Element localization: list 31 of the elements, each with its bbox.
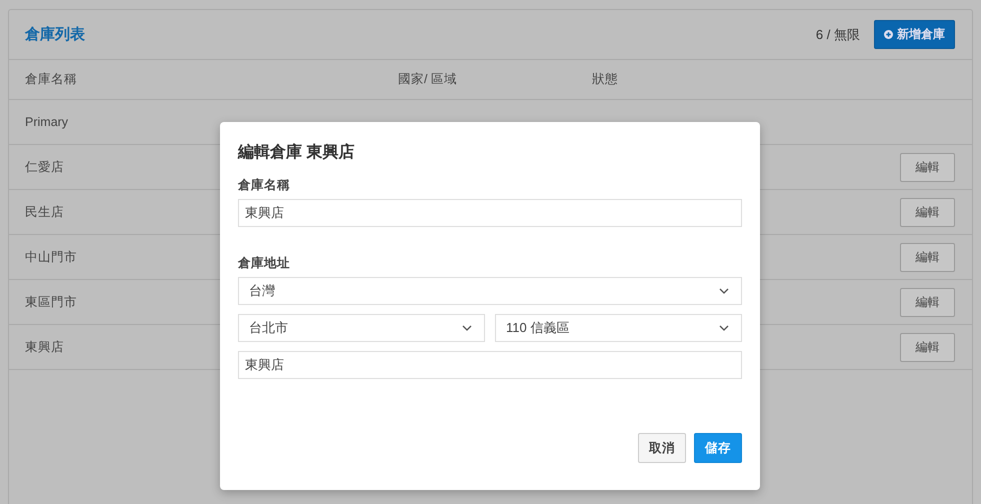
- cancel-button[interactable]: 取消: [638, 433, 686, 463]
- save-button[interactable]: 儲存: [694, 433, 742, 463]
- input-field[interactable]: 東興店: [238, 199, 742, 227]
- chevron-down-icon: [462, 325, 472, 331]
- field-label: 倉庫名稱: [238, 177, 291, 194]
- chevron-down-icon: [719, 288, 729, 294]
- field-label: 倉庫地址: [238, 255, 291, 272]
- edit-button[interactable]: 編輯: [900, 332, 955, 362]
- edit-button[interactable]: 編輯: [900, 198, 955, 226]
- add-warehouse-button[interactable]: 新增倉庫: [874, 20, 955, 49]
- table-cell: 民生店: [25, 204, 64, 220]
- table-cell: 東區門市: [25, 294, 77, 310]
- input-field[interactable]: 東興店: [238, 351, 742, 379]
- column-header: 狀態: [592, 71, 618, 88]
- table-cell: 東興店: [25, 338, 64, 356]
- plus-circle-icon: [884, 30, 893, 39]
- page-title: 倉庫列表: [25, 25, 86, 44]
- edit-button[interactable]: 編輯: [900, 288, 955, 316]
- table-cell: 中山門市: [25, 248, 77, 266]
- dialog-title: 編輯倉庫 東興店: [238, 142, 356, 163]
- warehouse-count: 6 / 無限: [816, 26, 860, 44]
- column-header: 國家/ 區域: [398, 71, 457, 88]
- edit-button[interactable]: 編輯: [900, 152, 955, 182]
- dropdown[interactable]: 台北市: [238, 314, 485, 342]
- table-cell: 仁愛店: [25, 158, 64, 176]
- column-header: 倉庫名稱: [25, 71, 77, 88]
- dropdown[interactable]: 110 信義區: [495, 314, 742, 342]
- edit-button[interactable]: 編輯: [900, 242, 955, 272]
- chevron-down-icon: [719, 325, 729, 331]
- table-cell: Primary: [25, 115, 68, 129]
- dropdown[interactable]: 台灣: [238, 277, 742, 305]
